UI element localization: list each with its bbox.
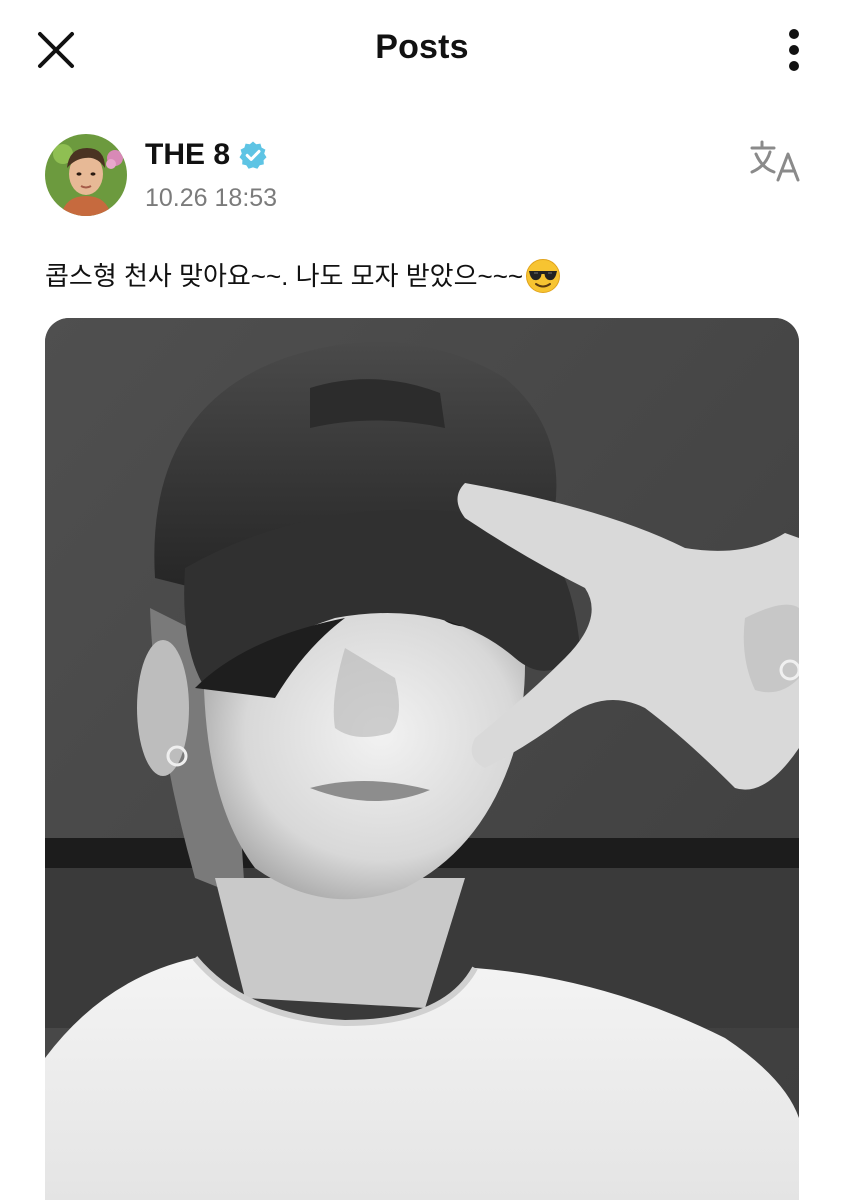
author-name: THE 8: [145, 138, 231, 171]
posts-screen: Posts THE 8 10.26 18:53 콥스형 천사 맞아요~~. 나도…: [0, 0, 844, 1200]
smiling-face-with-sunglasses-emoji: [525, 258, 561, 294]
post-caption: 콥스형 천사 맞아요~~. 나도 모자 받았으~~~: [45, 256, 805, 296]
translate-icon: [750, 140, 800, 182]
close-icon: [38, 32, 74, 68]
post-photo[interactable]: [45, 318, 799, 1200]
close-button[interactable]: [28, 22, 84, 78]
top-bar: Posts: [0, 0, 844, 100]
page-title: Posts: [375, 28, 469, 66]
verified-badge-icon: [238, 140, 268, 170]
translate-button[interactable]: [748, 138, 804, 186]
more-options-button[interactable]: [770, 22, 818, 78]
more-vertical-icon: [789, 29, 799, 71]
post-timestamp: 10.26 18:53: [145, 184, 278, 212]
author-name-row[interactable]: THE 8: [145, 138, 268, 172]
avatar[interactable]: [45, 134, 127, 216]
caption-text: 콥스형 천사 맞아요~~. 나도 모자 받았으~~~: [45, 261, 524, 291]
